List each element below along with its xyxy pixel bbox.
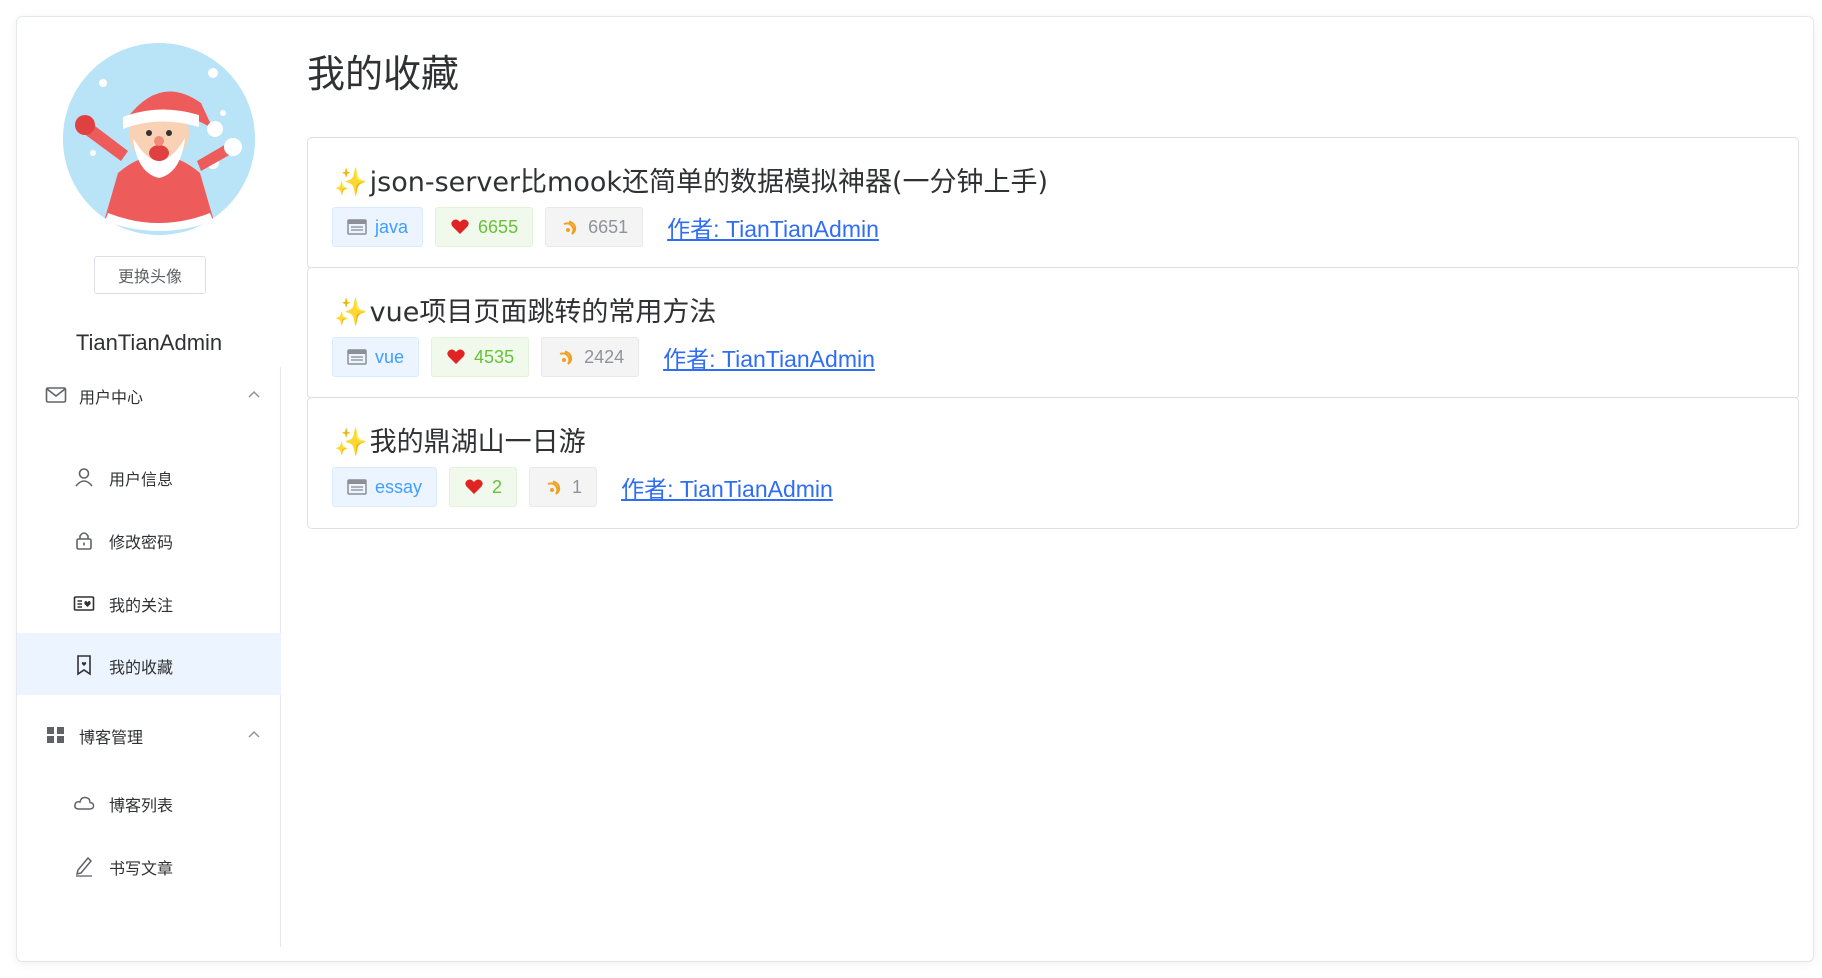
sidebar-item-label: 书写文章 [109,859,174,878]
avatar [63,43,255,235]
grid-icon [47,727,64,743]
likes-tag: 6655 [435,207,534,247]
menu-group-label: 用户中心 [79,388,144,407]
heart-icon [465,479,483,494]
likes-count: 6655 [478,216,519,237]
lock-icon [76,532,92,550]
santa-avatar-icon [63,43,255,235]
category-label: java [375,216,409,237]
views-count: 1 [572,476,583,497]
chevron-up-icon [248,390,260,398]
views-tag: 1 [529,467,598,507]
likes-tag: 2 [449,467,518,507]
sidebar-item-change-password[interactable]: 修改密码 [17,508,281,570]
article-icon [347,479,367,495]
username: TianTianAdmin [75,330,223,355]
category-label: vue [375,346,405,367]
change-avatar-button[interactable]: 更换头像 [94,256,206,294]
sidebar-item-user-info[interactable]: 用户信息 [17,445,281,507]
sidebar-item-my-favorites[interactable]: 我的收藏 [17,633,281,695]
favorite-card[interactable]: ✨我的鼎湖山一日游 essay 2 1 作者: TianTianAdmin [307,397,1799,529]
likes-tag: 4535 [431,337,530,377]
author-link[interactable]: 作者: TianTianAdmin [667,210,879,244]
author-link[interactable]: 作者: TianTianAdmin [621,470,833,504]
app-frame: 更换头像 TianTianAdmin 用户中心 用户信息 修改密码 我的关注 我… [16,16,1814,962]
chevron-up-icon [248,730,260,738]
sparkle-icon: ✨ [334,297,368,328]
mail-icon [45,387,67,403]
favorite-card[interactable]: ✨json-server比mook还简单的数据模拟神器(一分钟上手) java … [307,137,1799,269]
favorite-tags: vue 4535 2424 作者: TianTianAdmin [332,337,875,377]
favorite-card[interactable]: ✨vue项目页面跳转的常用方法 vue 4535 2424 作者: TianTi… [307,267,1799,399]
fire-icon [559,350,573,365]
favorite-tags: essay 2 1 作者: TianTianAdmin [332,467,833,507]
heart-icon [447,349,465,364]
sidebar-menu: 用户中心 用户信息 修改密码 我的关注 我的收藏 博客管理 博客列表 书写文章 [17,367,281,947]
likes-count: 4535 [474,346,515,367]
menu-group-label: 博客管理 [79,728,144,747]
fire-icon [563,220,577,235]
sidebar-item-label: 我的收藏 [109,658,174,677]
favorite-title[interactable]: ✨我的鼎湖山一日游 [334,420,586,459]
category-tag[interactable]: essay [332,467,438,507]
pen-icon [75,856,93,877]
views-count: 6651 [588,216,629,237]
page-title: 我的收藏 [307,52,460,96]
views-tag: 6651 [545,207,644,247]
article-icon [347,219,367,235]
sparkle-icon: ✨ [334,167,368,198]
author-link[interactable]: 作者: TianTianAdmin [663,340,875,374]
favorite-title[interactable]: ✨vue项目页面跳转的常用方法 [334,290,716,329]
fire-icon [547,480,561,495]
likes-count: 2 [492,476,503,497]
views-count: 2424 [584,346,625,367]
category-tag[interactable]: vue [332,337,420,377]
heart-icon [451,219,469,234]
sidebar-item-label: 博客列表 [109,796,174,815]
follow-card-icon [73,596,95,611]
bookmark-icon [77,655,91,676]
favorite-tags: java 6655 6651 作者: TianTianAdmin [332,207,879,247]
sidebar-item-label: 用户信息 [109,470,174,489]
menu-group-user-center[interactable]: 用户中心 [17,367,281,423]
favorite-title-text: vue项目页面跳转的常用方法 [369,297,717,328]
sidebar-item-label: 我的关注 [109,596,174,615]
favorite-title-text: json-server比mook还简单的数据模拟神器(一分钟上手) [369,167,1049,198]
views-tag: 2424 [541,337,640,377]
category-label: essay [375,476,423,497]
sidebar-item-blog-list[interactable]: 博客列表 [17,771,281,833]
cloud-icon [74,796,95,810]
sidebar-item-label: 修改密码 [109,533,174,552]
favorite-title[interactable]: ✨json-server比mook还简单的数据模拟神器(一分钟上手) [334,160,1048,199]
menu-group-blog-management[interactable]: 博客管理 [17,707,281,763]
sidebar: 更换头像 TianTianAdmin 用户中心 用户信息 修改密码 我的关注 我… [17,17,281,963]
favorite-title-text: 我的鼎湖山一日游 [369,427,586,458]
category-tag[interactable]: java [332,207,424,247]
sparkle-icon: ✨ [334,427,368,458]
user-icon [75,468,93,487]
sidebar-item-write-article[interactable]: 书写文章 [17,834,281,896]
article-icon [347,349,367,365]
sidebar-item-my-follows[interactable]: 我的关注 [17,571,281,633]
